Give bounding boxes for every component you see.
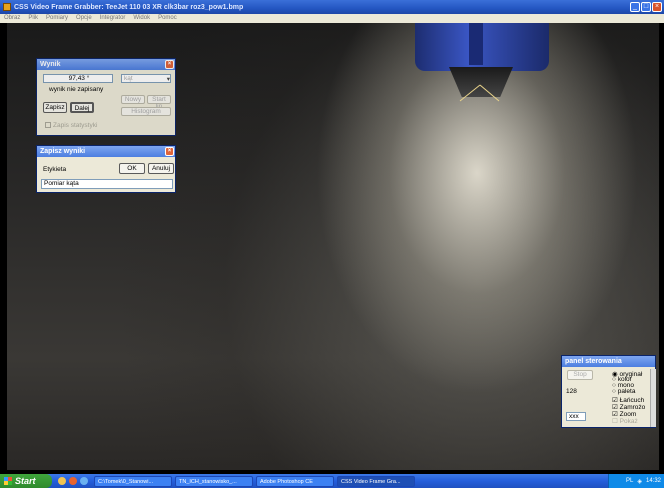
checkbox-extra[interactable]: ☐ Pokaż (612, 417, 638, 425)
task-frame-grabber[interactable]: CSS Video Frame Gra... (337, 475, 415, 487)
windows-flag-icon (4, 477, 12, 485)
radio-palette[interactable]: ○ paleta (612, 388, 635, 395)
menu-widok[interactable]: Widok (133, 14, 150, 23)
quick-launch-icon[interactable] (80, 477, 88, 485)
quick-launch-icon[interactable] (58, 477, 66, 485)
clock: 14:32 (645, 478, 661, 484)
minimize-button[interactable]: _ (630, 2, 640, 12)
task-explorer[interactable]: C:\Tomek\0_Stanowi... (94, 475, 172, 487)
close-button[interactable]: × (652, 2, 662, 12)
system-tray: PL ◈ 14:32 (608, 474, 664, 488)
menubar: Obraz Plik Pomiary Opcje Integrator Wido… (0, 14, 664, 23)
label-caption: Etykieta (43, 166, 67, 173)
unit-select[interactable]: kąt ▾ (121, 74, 171, 83)
close-icon[interactable]: × (165, 147, 174, 156)
save-results-title: Zapisz wyniki (40, 148, 86, 155)
taskbar: Start C:\Tomek\0_Stanowi... TN_ICH_stano… (0, 474, 664, 488)
save-results-dialog: Zapisz wyniki × Etykieta OK Anuluj Pomiar… (36, 145, 176, 193)
stats-checkbox[interactable]: Zapis statystyki (45, 122, 97, 129)
new-button[interactable]: Nowy (121, 95, 145, 104)
save-button[interactable]: Zapisz (43, 102, 67, 113)
control-panel: panel sterowania Stop 128 xxx ◉ oryginał… (561, 355, 656, 428)
menu-obraz[interactable]: Obraz (4, 14, 20, 23)
control-panel-title: panel sterowania (565, 358, 622, 365)
options-scrollbar[interactable] (650, 369, 656, 427)
language-indicator[interactable]: PL (626, 478, 633, 484)
zoom-select[interactable]: xxx (566, 412, 586, 421)
menu-integrator[interactable]: Integrator (100, 14, 126, 23)
start-button[interactable]: Start (0, 474, 52, 488)
result-status: wynik nie zapisany (49, 86, 104, 93)
menu-opcje[interactable]: Opcje (76, 14, 92, 23)
chevron-down-icon: ▾ (166, 76, 170, 83)
start-line-button[interactable]: Start lin (147, 95, 171, 110)
maximize-button[interactable]: □ (641, 2, 651, 12)
next-button[interactable]: Dalej (70, 102, 94, 113)
close-icon[interactable]: × (165, 60, 174, 69)
result-value: 97,43 ° (43, 74, 113, 83)
menu-plik[interactable]: Plik (28, 14, 38, 23)
histogram-button[interactable]: Histogram (121, 107, 171, 116)
stop-button[interactable]: Stop (567, 370, 593, 380)
quick-launch (58, 477, 88, 485)
ok-button[interactable]: OK (119, 163, 145, 174)
window-titlebar: CSS Video Frame Grabber: TeeJet 110 03 X… (0, 0, 664, 14)
app-icon (3, 3, 11, 11)
wynik-dialog: Wynik × 97,43 ° kąt ▾ wynik nie zapisany Z… (36, 58, 176, 136)
wynik-title: Wynik (40, 61, 61, 68)
window-title: CSS Video Frame Grabber: TeeJet 110 03 X… (14, 3, 244, 11)
cancel-button[interactable]: Anuluj (148, 163, 174, 174)
options-list: ◉ oryginał ○ kolor ○ mono ○ paleta ☑ Łań… (610, 369, 652, 427)
menu-pomoc[interactable]: Pomoc (158, 14, 177, 23)
task-photoshop[interactable]: Adobe Photoshop CE (256, 475, 334, 487)
threshold-value: 128 (566, 388, 577, 395)
label-input[interactable]: Pomiar kąta (41, 179, 173, 189)
task-document[interactable]: TN_ICH_stanowisko_... (175, 475, 253, 487)
quick-launch-icon[interactable] (69, 477, 77, 485)
menu-pomiary[interactable]: Pomiary (46, 14, 68, 23)
speaker-icon[interactable]: ◈ (637, 478, 642, 485)
